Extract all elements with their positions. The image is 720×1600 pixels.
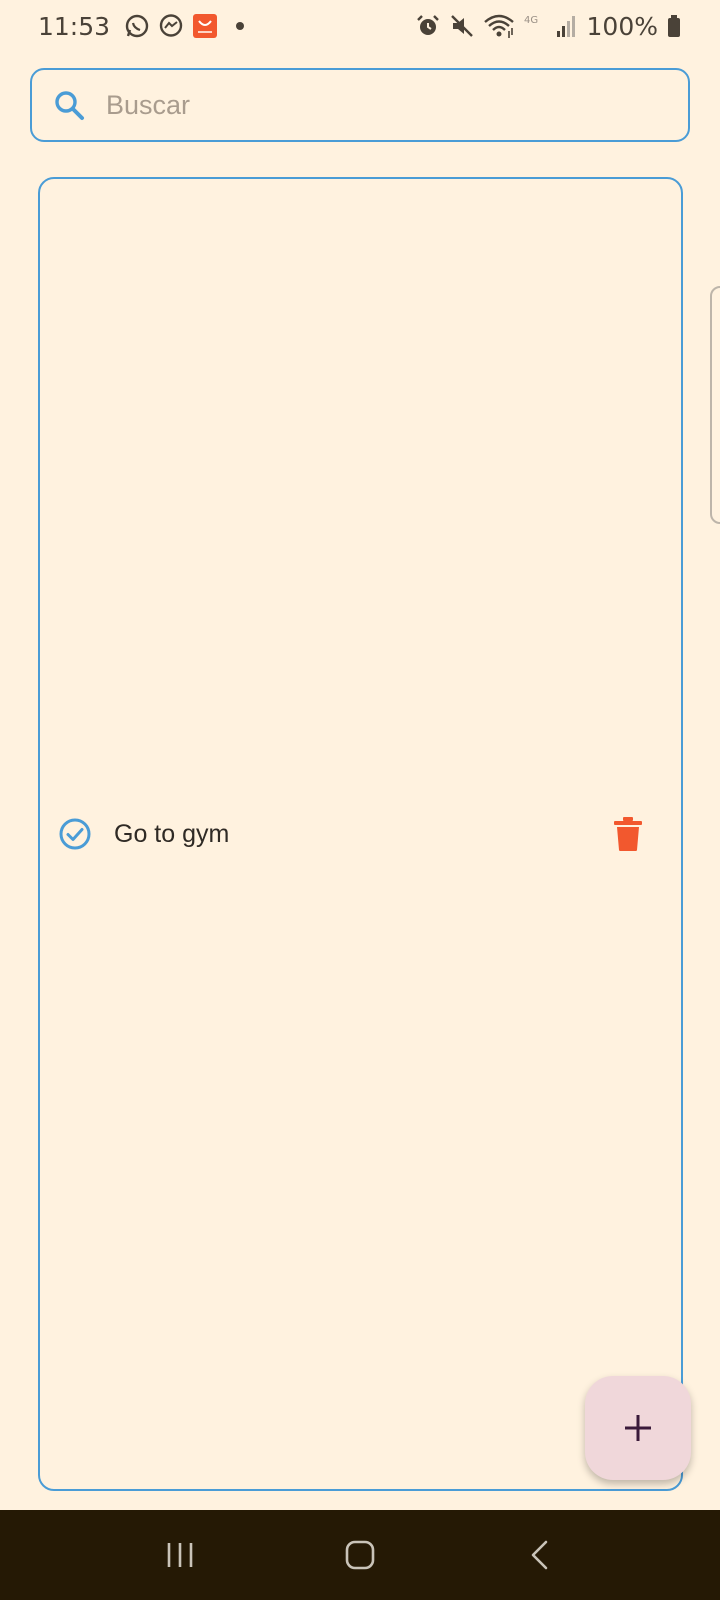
check-circle-icon[interactable] — [58, 817, 92, 851]
back-icon[interactable] — [510, 1525, 570, 1585]
search-input[interactable] — [104, 88, 664, 122]
status-bar-left: 11:53 — [38, 11, 245, 41]
scroll-handle[interactable] — [710, 286, 720, 524]
task-label: Go to gym — [114, 819, 230, 848]
plus-icon — [623, 1413, 653, 1443]
notification-dot — [236, 22, 245, 30]
whatsapp-icon — [124, 13, 150, 39]
mute-icon — [449, 13, 475, 39]
4g-icon: 4G — [523, 13, 545, 39]
search-icon — [52, 88, 86, 122]
wifi-icon — [483, 13, 515, 39]
trash-icon[interactable] — [610, 814, 646, 854]
signal-icon — [553, 13, 579, 39]
battery-level: 100% — [586, 11, 658, 41]
recent-apps-icon[interactable] — [150, 1525, 210, 1585]
list-item[interactable]: Go to gym — [58, 808, 658, 860]
status-time: 11:53 — [38, 11, 111, 41]
navigation-bar — [0, 1510, 720, 1600]
svg-text:4G: 4G — [524, 15, 538, 26]
status-bar-right: 4G 100% — [415, 12, 682, 41]
search-bar[interactable] — [30, 68, 690, 142]
aliexpress-icon — [192, 13, 218, 39]
add-task-button[interactable] — [585, 1376, 691, 1480]
messenger-icon — [158, 13, 184, 39]
alarm-icon — [415, 13, 441, 39]
status-bar: 11:53 4G 100% — [0, 0, 720, 52]
battery-icon — [666, 13, 682, 39]
home-icon[interactable] — [330, 1525, 390, 1585]
